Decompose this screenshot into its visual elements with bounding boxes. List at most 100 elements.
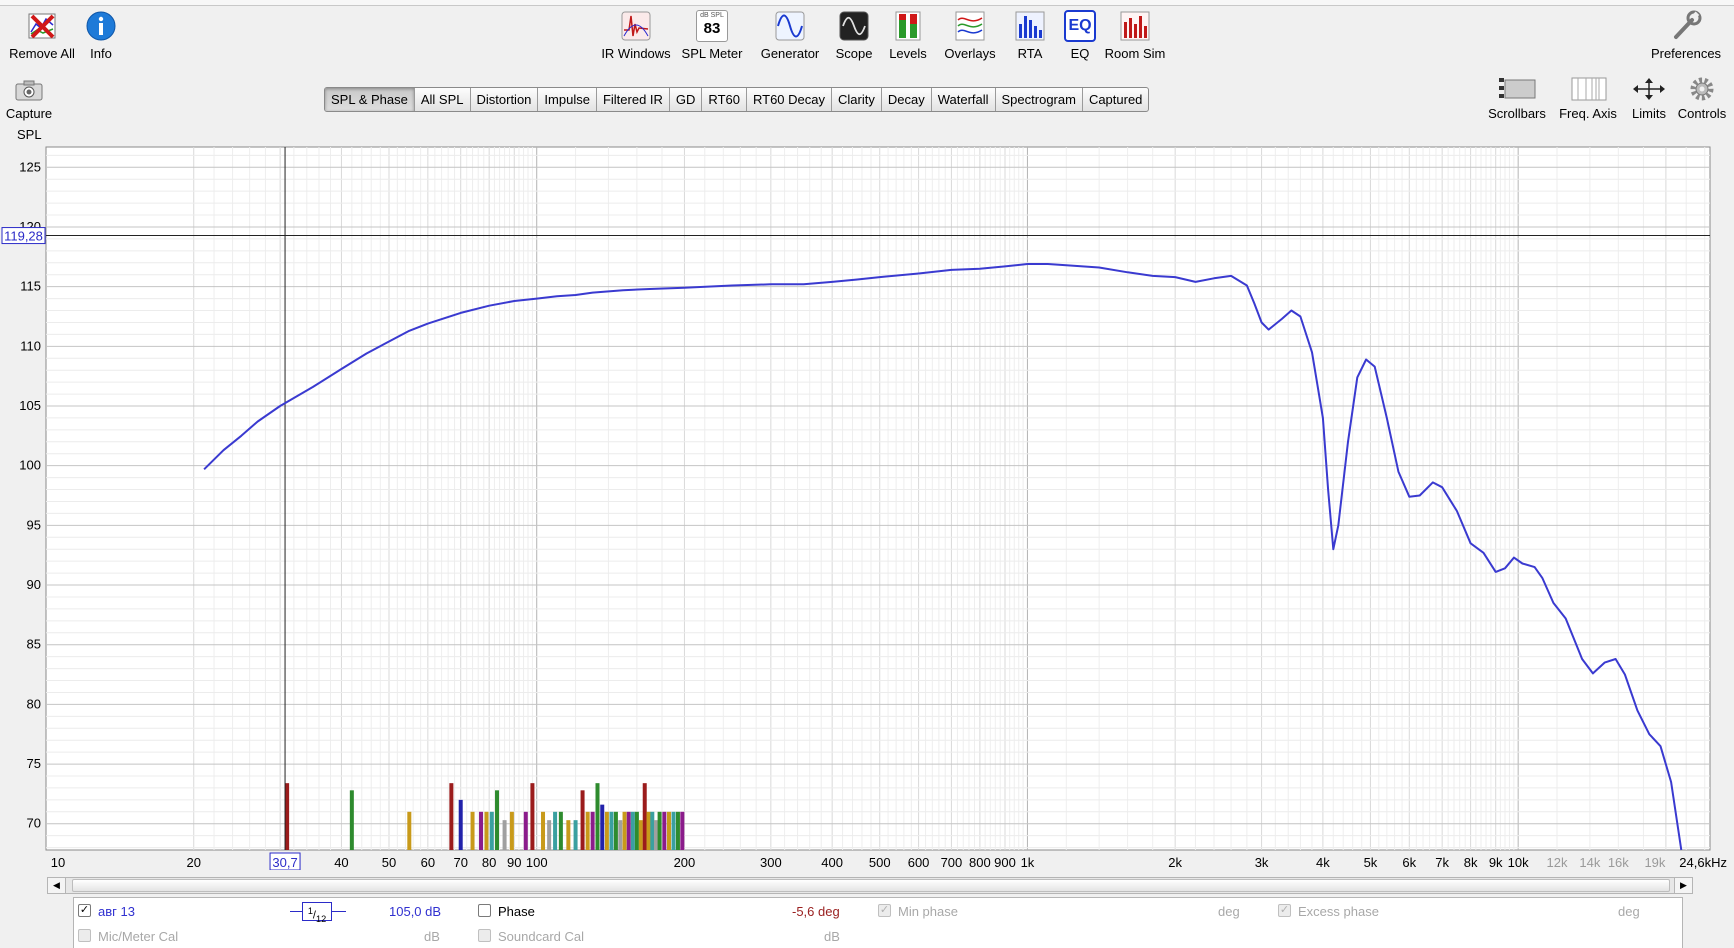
eq-label: EQ (1070, 46, 1090, 61)
freq-axis-button[interactable]: Freq. Axis (1554, 76, 1622, 121)
smoothing-denominator: 12 (315, 913, 327, 924)
x-tick-label: 800 (969, 855, 991, 870)
scroll-left-arrow-icon[interactable]: ◀ (48, 878, 66, 893)
controls-label: Controls (1677, 106, 1727, 121)
eq-icon: EQ (1064, 10, 1096, 42)
excess-phase-checkbox[interactable]: ✓ (1278, 904, 1291, 917)
eq-button[interactable]: EQ EQ (1060, 10, 1100, 61)
distortion-bar (349, 790, 354, 850)
scroll-right-arrow-icon[interactable]: ▶ (1674, 878, 1692, 893)
tab-spectrogram[interactable]: Spectrogram (996, 88, 1083, 111)
tab-captured[interactable]: Captured (1083, 88, 1148, 111)
y-tick-label: 80 (27, 696, 41, 711)
scope-button[interactable]: Scope (830, 10, 878, 61)
mic-cal-checkbox[interactable] (78, 929, 91, 942)
tab-waterfall[interactable]: Waterfall (932, 88, 996, 111)
tab-filtered-ir[interactable]: Filtered IR (597, 88, 670, 111)
room-sim-icon (1120, 11, 1150, 41)
x-tick-label: 2k (1168, 855, 1182, 870)
tab-rt60[interactable]: RT60 (702, 88, 747, 111)
distortion-bar (530, 783, 535, 850)
spl-meter-icon-value: 83 (703, 20, 721, 37)
ir-windows-button[interactable]: IR Windows (600, 10, 672, 61)
scrollbars-button[interactable]: Scrollbars (1484, 76, 1550, 121)
plot-area[interactable] (45, 146, 1711, 851)
tab-spl-phase[interactable]: SPL & Phase (325, 88, 415, 111)
cursor-x-readout: 30,7 (272, 855, 297, 870)
min-phase-checkbox[interactable]: ✓ (878, 904, 891, 917)
distortion-bar (585, 811, 590, 850)
tab-all-spl[interactable]: All SPL (415, 88, 471, 111)
rta-button[interactable]: RTA (1010, 10, 1050, 61)
offset-value[interactable]: 105,0 dB (389, 904, 441, 919)
limits-button[interactable]: Limits (1626, 76, 1672, 121)
distortion-bar (407, 811, 412, 850)
x-tick-label: 300 (760, 855, 782, 870)
rta-icon (1015, 11, 1045, 41)
ir-windows-icon (621, 11, 651, 41)
distortion-bar (590, 811, 595, 850)
remove-all-icon (28, 13, 56, 39)
preferences-button[interactable]: Preferences (1648, 10, 1724, 61)
mic-cal-label: Mic/Meter Cal (98, 929, 179, 944)
x-tick-label: 10 (51, 855, 65, 870)
tab-impulse[interactable]: Impulse (538, 88, 597, 111)
x-tick-label: 6k (1402, 855, 1416, 870)
distortion-bar (646, 811, 651, 850)
tab-rt60-decay[interactable]: RT60 Decay (747, 88, 832, 111)
spl-chart[interactable]: 70758085909510010511011512012510 20 40 50 60… (0, 140, 1734, 870)
distortion-bar (595, 783, 600, 850)
smoothing-selector[interactable]: 1/12 (290, 902, 346, 924)
spl-meter-button[interactable]: dB SPL 83 SPL Meter (678, 10, 746, 61)
controls-button[interactable]: Controls (1674, 76, 1730, 121)
remove-all-button[interactable]: Remove All (8, 10, 76, 61)
min-phase-unit: deg (1218, 904, 1240, 919)
distortion-bar (675, 811, 680, 850)
tab-decay[interactable]: Decay (882, 88, 932, 111)
distortion-bar (666, 811, 671, 850)
scroll-thumb[interactable] (72, 879, 1670, 892)
info-label: Info (90, 46, 112, 61)
info-button[interactable]: Info (84, 10, 118, 61)
phase-checkbox[interactable] (478, 904, 491, 917)
scrollbars-label: Scrollbars (1488, 106, 1546, 121)
scope-icon (839, 11, 869, 41)
distortion-bar (604, 811, 609, 850)
measurement-checkbox[interactable]: ✓ (78, 904, 91, 917)
distortion-bar (650, 811, 655, 850)
horizontal-scrollbar[interactable]: ◀ ▶ (47, 877, 1693, 894)
levels-button[interactable]: Levels (886, 10, 930, 61)
x-tick-label: 16k (1608, 855, 1629, 870)
distortion-bar (495, 790, 500, 850)
y-tick-label: 105 (19, 398, 41, 413)
x-tick-label: 12k (1547, 855, 1568, 870)
distortion-bar (573, 820, 578, 850)
measurement-controls-panel: ✓ авг 13 1/12 105,0 dB Phase -5,6 deg ✓ … (73, 897, 1683, 948)
x-tick-label: 20 (186, 855, 200, 870)
x-tick-label: 400 (821, 855, 843, 870)
x-tick-label: 19k (1644, 855, 1665, 870)
phase-label: Phase (498, 904, 535, 919)
ir-windows-label: IR Windows (601, 46, 671, 61)
overlays-button[interactable]: Overlays (940, 10, 1000, 61)
generator-button[interactable]: Generator (754, 10, 826, 61)
distortion-bar (558, 811, 563, 850)
capture-button[interactable]: Capture (4, 78, 54, 121)
x-tick-label: 24,6kHz (1679, 855, 1727, 870)
window-top-edge (0, 0, 1734, 6)
distortion-bar (671, 811, 676, 850)
x-tick-label: 7k (1435, 855, 1449, 870)
tab-clarity[interactable]: Clarity (832, 88, 882, 111)
soundcard-cal-checkbox[interactable] (478, 929, 491, 942)
spl-meter-icon-unit: dB SPL (700, 12, 724, 19)
smoothing-value: 1/12 (302, 902, 332, 924)
x-tick-label: 4k (1316, 855, 1330, 870)
distortion-bar (622, 811, 627, 850)
y-tick-label: 95 (27, 517, 41, 532)
excess-phase-unit: deg (1618, 904, 1640, 919)
x-tick-label: 14k (1579, 855, 1600, 870)
x-tick-label: 5k (1364, 855, 1378, 870)
tab-gd[interactable]: GD (670, 88, 703, 111)
tab-distortion[interactable]: Distortion (471, 88, 539, 111)
room-sim-button[interactable]: Room Sim (1104, 10, 1166, 61)
